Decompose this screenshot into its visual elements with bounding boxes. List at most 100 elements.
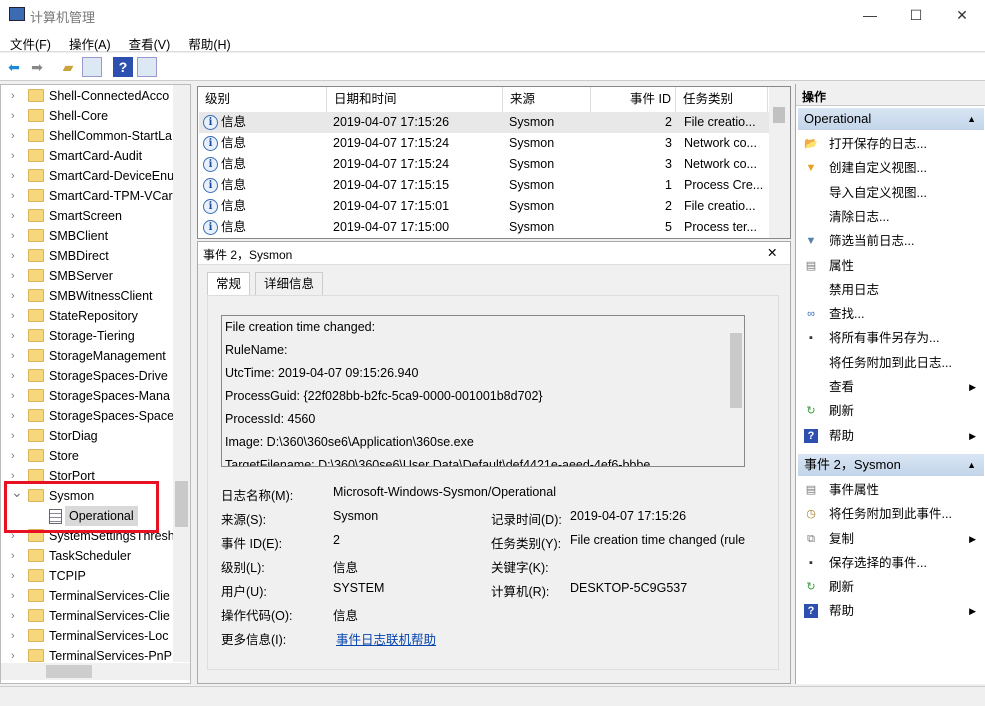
tree-item[interactable]: › SmartCard-TPM-VCar xyxy=(1,186,173,206)
chevron-right-icon[interactable]: › xyxy=(11,346,15,366)
chevron-right-icon[interactable]: › xyxy=(11,386,15,406)
tree-item[interactable]: › TerminalServices-Clie xyxy=(1,606,173,626)
tab-general[interactable]: 常规 xyxy=(207,272,251,295)
tree-item[interactable]: › Shell-ConnectedAcco xyxy=(1,86,173,106)
chevron-right-icon[interactable]: › xyxy=(11,366,15,386)
chevron-right-icon[interactable]: › xyxy=(11,226,15,246)
tree-item[interactable]: › SMBDirect xyxy=(1,246,173,266)
action-item[interactable]: ▪ 保存选择的事件... xyxy=(798,551,984,575)
chevron-right-icon[interactable]: › xyxy=(11,86,15,106)
action-item[interactable]: ∞ 查找... xyxy=(798,302,984,326)
chevron-right-icon[interactable]: › xyxy=(11,546,15,566)
actions-section-header[interactable]: Operational ▲ xyxy=(798,108,984,130)
chevron-right-icon[interactable]: › xyxy=(11,566,15,586)
menu-view[interactable]: 查看(V) xyxy=(119,30,179,53)
column-level[interactable]: 级别 xyxy=(198,87,327,112)
action-item[interactable]: 清除日志... xyxy=(798,205,984,229)
tree-item[interactable]: › StorageSpaces-Mana xyxy=(1,386,173,406)
help-icon[interactable]: ? xyxy=(113,57,133,77)
action-item[interactable]: ▼ 创建自定义视图... xyxy=(798,156,984,180)
event-description-text[interactable]: File creation time changed: RuleName: UtcT… xyxy=(221,315,745,467)
event-row[interactable]: i 信息 2019-04-07 17:15:15 Sysmon 1 Process Cre… xyxy=(199,175,769,196)
chevron-right-icon[interactable]: › xyxy=(11,606,15,626)
column-event-id[interactable]: 事件 ID xyxy=(591,87,676,112)
tree-item[interactable]: › StorDiag xyxy=(1,426,173,446)
tree-item[interactable]: › Storage-Tiering xyxy=(1,326,173,346)
chevron-right-icon[interactable]: › xyxy=(11,426,15,446)
tree-item[interactable]: › StorageSpaces-Space xyxy=(1,406,173,426)
menu-help[interactable]: 帮助(H) xyxy=(178,30,238,53)
chevron-right-icon[interactable]: › xyxy=(11,206,15,226)
chevron-right-icon[interactable]: › xyxy=(11,286,15,306)
action-item[interactable]: ▤ 事件属性 xyxy=(798,478,984,502)
action-item[interactable]: ▪ 将所有事件另存为... xyxy=(798,326,984,350)
tree-item[interactable]: › SmartCard-DeviceEnu xyxy=(1,166,173,186)
tree-item[interactable]: › TerminalServices-Loc xyxy=(1,626,173,646)
chevron-right-icon[interactable]: › xyxy=(11,106,15,126)
action-item[interactable]: ◷ 将任务附加到此事件... xyxy=(798,502,984,526)
collapse-icon[interactable]: ▲ xyxy=(967,108,976,130)
tree-item[interactable]: › TCPIP xyxy=(1,566,173,586)
tree-item[interactable]: › ShellCommon-StartLa xyxy=(1,126,173,146)
tree-item[interactable]: › SMBWitnessClient xyxy=(1,286,173,306)
collapse-icon[interactable]: ▲ xyxy=(967,454,976,476)
tree-vertical-scrollbar[interactable] xyxy=(173,85,190,662)
event-row[interactable]: i 信息 2019-04-07 17:15:24 Sysmon 3 Network co.… xyxy=(199,154,769,175)
action-item[interactable]: ⧉ 复制 ▶ xyxy=(798,527,984,551)
chevron-right-icon[interactable]: › xyxy=(11,626,15,646)
chevron-right-icon[interactable]: › xyxy=(11,186,15,206)
chevron-right-icon[interactable]: › xyxy=(11,126,15,146)
tree-item[interactable]: › SMBServer xyxy=(1,266,173,286)
tree-item[interactable]: › StorageSpaces-Drive xyxy=(1,366,173,386)
action-item[interactable]: ↻ 刷新 xyxy=(798,575,984,599)
action-item[interactable]: 禁用日志 xyxy=(798,278,984,302)
chevron-right-icon[interactable]: › xyxy=(11,246,15,266)
action-item[interactable]: ▤ 属性 xyxy=(798,254,984,278)
column-source[interactable]: 来源 xyxy=(503,87,591,112)
chevron-right-icon[interactable]: › xyxy=(11,146,15,166)
action-item[interactable]: ↻ 刷新 xyxy=(798,399,984,423)
show-hide-tree-icon[interactable] xyxy=(82,57,102,77)
minimize-button[interactable]: — xyxy=(847,0,893,30)
close-button[interactable]: ✕ xyxy=(939,0,985,30)
tree-item[interactable]: › TaskScheduler xyxy=(1,546,173,566)
action-item[interactable]: 📂 打开保存的日志... xyxy=(798,132,984,156)
action-item[interactable]: 查看 ▶ xyxy=(798,375,984,399)
maximize-button[interactable]: ☐ xyxy=(893,0,939,30)
online-help-link[interactable]: 事件日志联机帮助 xyxy=(336,629,436,648)
up-folder-icon[interactable]: ▰ xyxy=(58,57,78,77)
tree-item[interactable]: › Shell-Core xyxy=(1,106,173,126)
event-row[interactable]: i 信息 2019-04-07 17:15:01 Sysmon 2 File creati… xyxy=(199,196,769,217)
tree-horizontal-scrollbar[interactable] xyxy=(1,663,190,680)
chevron-right-icon[interactable]: › xyxy=(11,326,15,346)
tree-item[interactable]: › TerminalServices-Clie xyxy=(1,586,173,606)
column-datetime[interactable]: 日期和时间 xyxy=(327,87,503,112)
tree-item[interactable]: › SmartScreen xyxy=(1,206,173,226)
chevron-right-icon[interactable]: › xyxy=(11,586,15,606)
menu-action[interactable]: 操作(A) xyxy=(59,30,119,53)
tree-item[interactable]: › Store xyxy=(1,446,173,466)
chevron-right-icon[interactable]: › xyxy=(11,306,15,326)
chevron-right-icon[interactable]: › xyxy=(11,446,15,466)
tree-item[interactable]: › StorageManagement xyxy=(1,346,173,366)
chevron-right-icon[interactable]: › xyxy=(11,266,15,286)
close-detail-icon[interactable]: ✕ xyxy=(767,245,777,260)
tree-item[interactable]: › SmartCard-Audit xyxy=(1,146,173,166)
column-task-category[interactable]: 任务类别 xyxy=(676,87,768,112)
event-row[interactable]: i 信息 2019-04-07 17:15:26 Sysmon 2 File creati… xyxy=(199,112,769,133)
event-row[interactable]: i 信息 2019-04-07 17:15:24 Sysmon 3 Network co.… xyxy=(199,133,769,154)
chevron-right-icon[interactable]: › xyxy=(11,166,15,186)
action-item[interactable]: ? 帮助 ▶ xyxy=(798,599,984,623)
action-item[interactable]: ▼ 筛选当前日志... xyxy=(798,229,984,253)
actions-section-header[interactable]: 事件 2，Sysmon ▲ xyxy=(798,453,984,476)
chevron-right-icon[interactable]: › xyxy=(11,406,15,426)
menu-file[interactable]: 文件(F) xyxy=(0,30,59,53)
action-item[interactable]: 导入自定义视图... xyxy=(798,181,984,205)
description-scrollbar[interactable] xyxy=(728,316,744,466)
action-item[interactable]: 将任务附加到此日志... xyxy=(798,351,984,375)
forward-arrow-icon[interactable]: ➡ xyxy=(27,57,47,77)
show-hide-action-pane-icon[interactable] xyxy=(137,57,157,77)
back-arrow-icon[interactable]: ⬅ xyxy=(4,57,24,77)
tree-item[interactable]: › StateRepository xyxy=(1,306,173,326)
action-item[interactable]: ? 帮助 ▶ xyxy=(798,424,984,448)
